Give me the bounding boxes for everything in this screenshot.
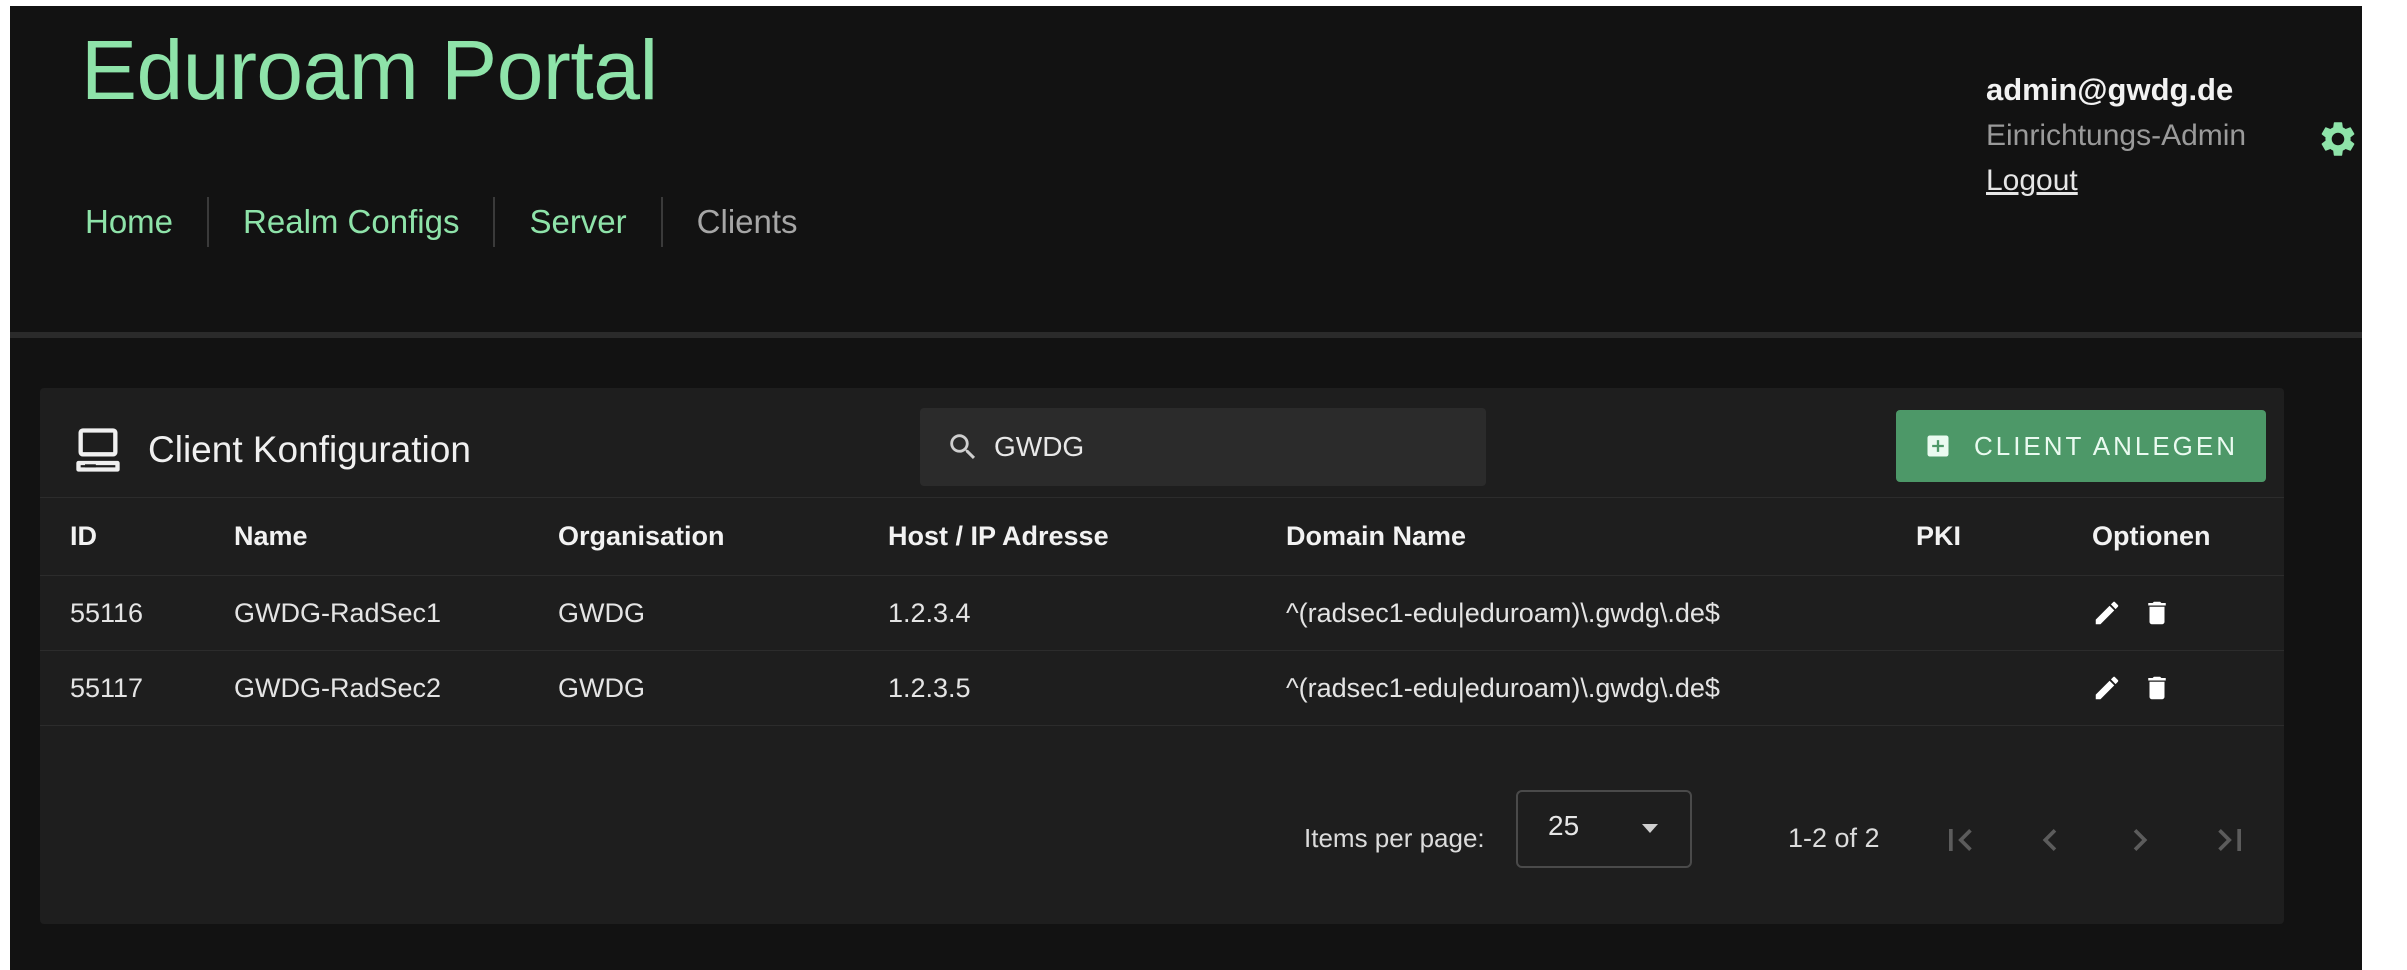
nav-realm-configs[interactable]: Realm Configs — [209, 196, 493, 248]
cell-id: 55116 — [70, 597, 144, 628]
column-header-options: Optionen — [2092, 521, 2211, 551]
column-header-organisation[interactable]: Organisation — [558, 498, 725, 575]
client-config-card: Client Konfiguration CLIENT ANLEGEN ID N… — [40, 388, 2284, 924]
gear-icon[interactable] — [2317, 118, 2359, 160]
header-divider — [10, 332, 2362, 338]
computer-icon — [76, 428, 120, 472]
add-client-button[interactable]: CLIENT ANLEGEN — [1896, 410, 2266, 482]
trash-icon[interactable] — [2142, 673, 2172, 703]
pencil-icon[interactable] — [2092, 598, 2122, 628]
user-info: admin@gwdg.de Einrichtungs-Admin Logout — [1986, 68, 2246, 202]
cell-name: GWDG-RadSec2 — [234, 672, 442, 703]
search-field[interactable] — [920, 408, 1486, 486]
cell-organisation: GWDG — [558, 672, 645, 703]
column-header-host[interactable]: Host / IP Adresse — [888, 498, 1109, 575]
nav-clients[interactable]: Clients — [663, 196, 832, 248]
column-header-id[interactable]: ID — [70, 498, 97, 575]
cell-domain: ^(radsec1-edu|eduroam)\.gwdg\.de$ — [1286, 597, 1720, 628]
items-per-page-label: Items per page: — [1304, 823, 1485, 853]
table-row[interactable]: 55116 GWDG-RadSec1 GWDG 1.2.3.4 ^(radsec… — [40, 576, 2284, 651]
pencil-icon[interactable] — [2092, 673, 2122, 703]
cell-name: GWDG-RadSec1 — [234, 597, 442, 628]
table-header-row: ID Name Organisation Host / IP Adresse D… — [40, 498, 2284, 576]
user-email: admin@gwdg.de — [1986, 72, 2234, 107]
cell-domain: ^(radsec1-edu|eduroam)\.gwdg\.de$ — [1286, 672, 1720, 703]
main-nav: Home Realm Configs Server Clients — [76, 196, 832, 248]
cell-id: 55117 — [70, 672, 144, 703]
card-title: Client Konfiguration — [148, 429, 471, 470]
add-client-label: CLIENT ANLEGEN — [1973, 430, 2239, 461]
paginator: Items per page: 25 1-2 of 2 — [40, 790, 2284, 900]
table-row[interactable]: 55117 GWDG-RadSec2 GWDG 1.2.3.5 ^(radsec… — [40, 651, 2284, 726]
row-options — [2092, 576, 2172, 650]
cell-host: 1.2.3.4 — [888, 597, 971, 628]
header: Eduroam Portal Home Realm Configs Server… — [10, 6, 2362, 336]
column-header-pki[interactable]: PKI — [1916, 498, 1961, 575]
items-per-page-value: 25 — [1548, 810, 1580, 841]
user-role: Einrichtungs-Admin — [1986, 119, 2247, 152]
cell-host: 1.2.3.5 — [888, 672, 971, 703]
add-box-icon — [1927, 435, 1949, 457]
search-icon — [950, 434, 976, 460]
card-header: Client Konfiguration CLIENT ANLEGEN — [40, 388, 2284, 498]
logout-link[interactable]: Logout — [1986, 160, 2078, 202]
first-page-icon[interactable] — [1938, 818, 1982, 862]
chevron-left-icon[interactable] — [2028, 818, 2072, 862]
last-page-icon[interactable] — [2208, 818, 2252, 862]
nav-home[interactable]: Home — [76, 196, 207, 248]
items-per-page-select[interactable]: 25 — [1516, 790, 1692, 868]
dropdown-arrow-icon — [1642, 824, 1658, 833]
app-window: Eduroam Portal Home Realm Configs Server… — [10, 6, 2362, 970]
search-input[interactable] — [994, 426, 1464, 468]
row-options — [2092, 651, 2172, 725]
app-title: Eduroam Portal — [81, 23, 658, 117]
column-header-domain[interactable]: Domain Name — [1286, 498, 1466, 575]
trash-icon[interactable] — [2142, 598, 2172, 628]
column-header-name[interactable]: Name — [234, 498, 308, 575]
cell-organisation: GWDG — [558, 597, 645, 628]
page-range-label: 1-2 of 2 — [1788, 823, 1880, 853]
client-table: ID Name Organisation Host / IP Adresse D… — [40, 498, 2284, 726]
chevron-right-icon[interactable] — [2118, 818, 2162, 862]
nav-server[interactable]: Server — [495, 196, 660, 248]
